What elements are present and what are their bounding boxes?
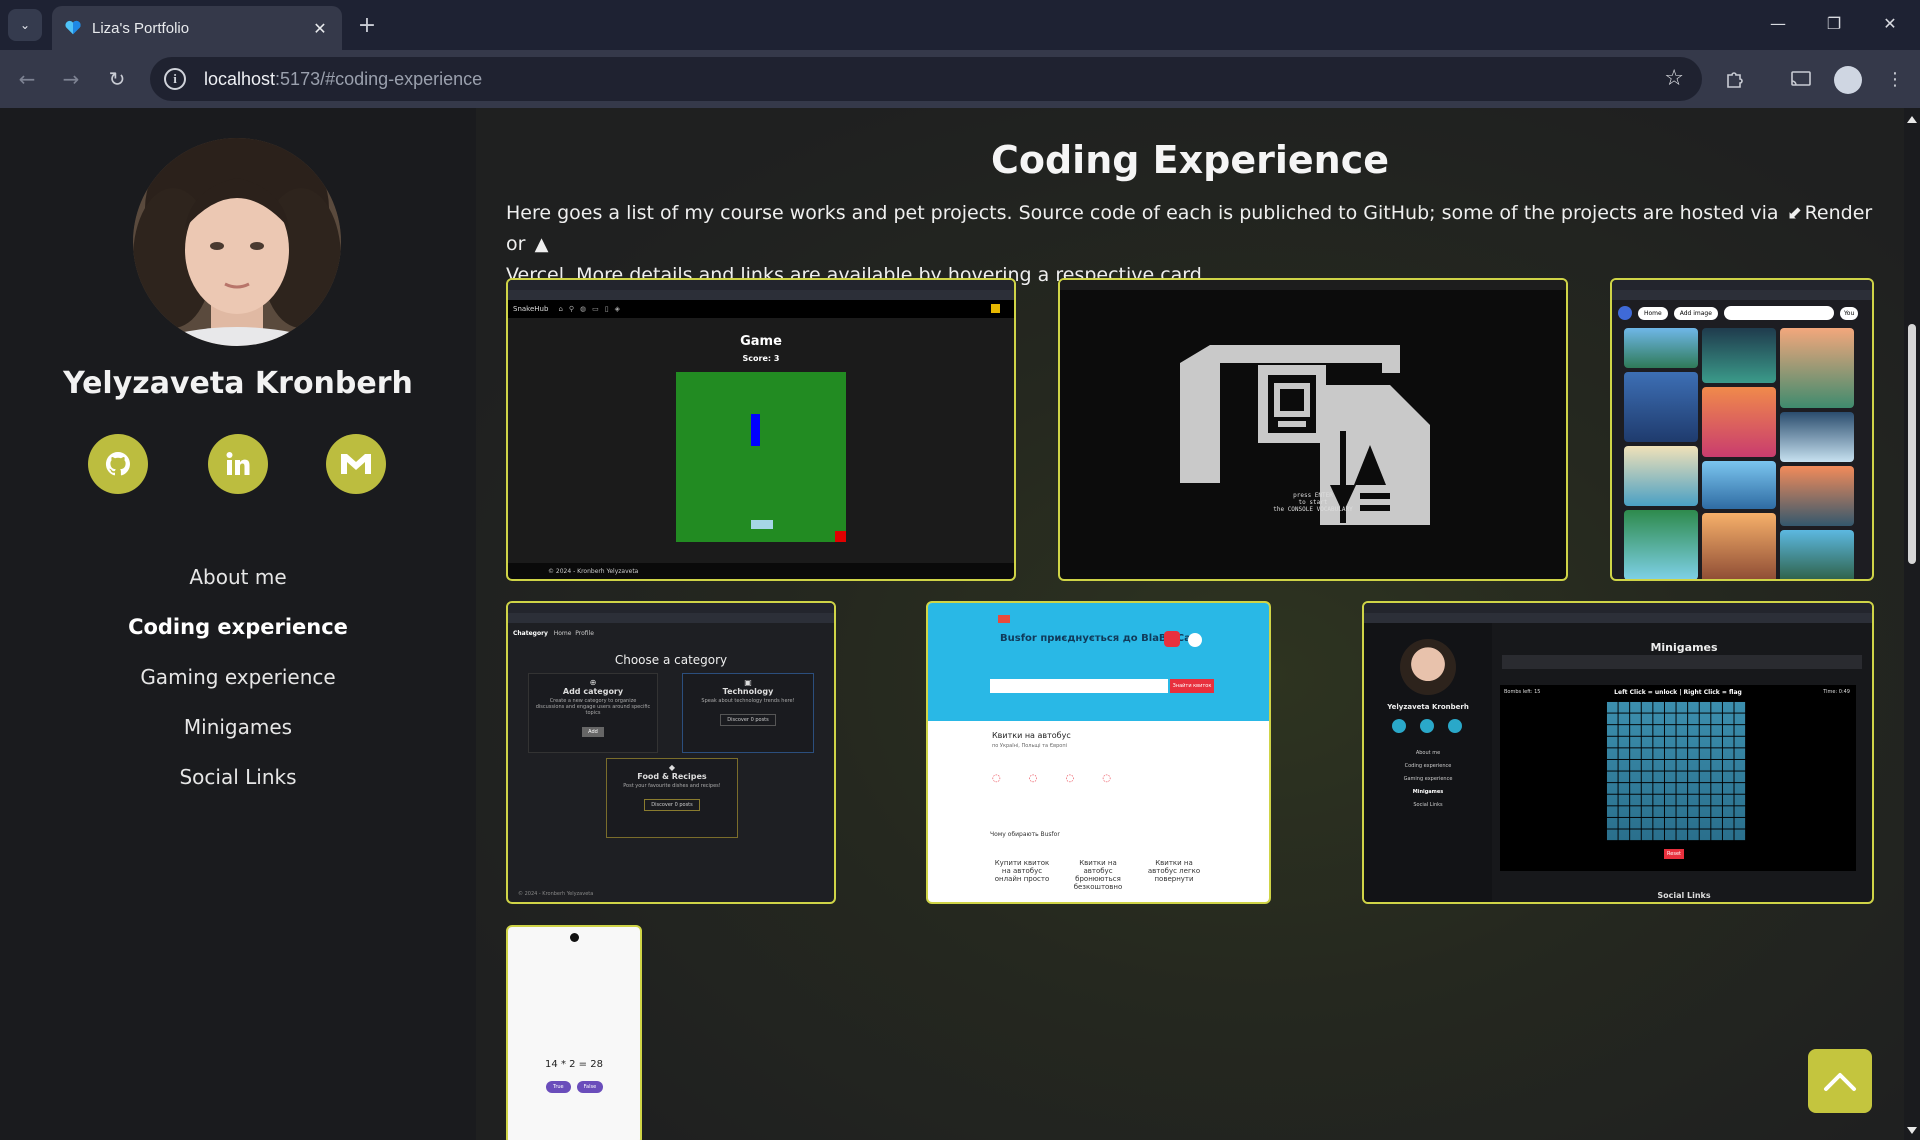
card-browser-bar — [1612, 280, 1872, 290]
main-content: Coding Experience Here goes a list of my… — [476, 108, 1904, 1140]
gallery-column — [1624, 328, 1698, 579]
nav-gaming-experience[interactable]: Gaming experience — [0, 665, 476, 689]
gmail-link[interactable] — [326, 434, 386, 494]
card-browser-bar — [1060, 280, 1566, 290]
project-card-gallery[interactable]: Home Add image You — [1610, 278, 1874, 581]
card-url-bar — [508, 613, 834, 623]
card-url-bar — [1612, 290, 1872, 300]
project-card-snakehub[interactable]: SnakeHub ⌂⚲◍▭▯◈ Game Score: 3 © 2024 - K… — [506, 278, 1016, 581]
menu-dots-icon[interactable]: ⋮ — [1880, 64, 1910, 94]
back-arrow-icon[interactable]: ← — [12, 64, 42, 94]
snake-obstacle — [835, 531, 846, 542]
forum-category-card[interactable]: ◆ Food & Recipes Post your favourite dis… — [606, 758, 738, 838]
gallery-search[interactable] — [1723, 306, 1834, 320]
project-card-busfor[interactable]: Busfor приєднується до BlaBlaCar Знайти … — [926, 601, 1271, 904]
snake-food — [751, 520, 773, 529]
heart-favicon-icon — [65, 20, 81, 35]
scroll-to-top-button[interactable] — [1808, 1049, 1872, 1113]
scrollbar-thumb[interactable] — [1908, 324, 1916, 564]
scroll-up-arrow-icon[interactable] — [1907, 116, 1917, 123]
nav-minigames[interactable]: Minigames — [0, 715, 476, 739]
github-link[interactable] — [88, 434, 148, 494]
project-card-console-vocabulary[interactable]: press ENTER to start the CONSOLE VOCABUL… — [1058, 278, 1568, 581]
snake-body — [751, 414, 760, 446]
page: Yelyzaveta Kronberh About me Coding expe… — [0, 108, 1920, 1140]
card-url-bar — [508, 290, 1014, 300]
bookmark-star-icon[interactable]: ☆ — [1664, 66, 1684, 91]
new-tab-button[interactable]: + — [352, 10, 382, 40]
section-title: Coding Experience — [990, 138, 1390, 182]
extensions-puzzle-icon[interactable] — [1720, 64, 1750, 94]
browser-tabstrip: ⌄ Liza's Portfolio ✕ + — ❐ ✕ — [0, 0, 1920, 50]
address-bar[interactable]: i localhost:5173/#coding-experience ☆ — [150, 57, 1702, 101]
profile-name: Yelyzaveta Kronberh — [63, 366, 413, 401]
project-card-minigames[interactable]: Yelyzaveta Kronberh About me Coding expe… — [1362, 601, 1874, 904]
forward-arrow-icon[interactable]: → — [56, 64, 86, 94]
forum-category-card[interactable]: ⊕ Add category Create a new category to … — [528, 673, 658, 753]
busfor-features-icons: ◌ ◌ ◌ ◌ — [992, 773, 1111, 784]
minesweeper-board[interactable] — [1606, 701, 1746, 841]
card-browser-bar — [1364, 603, 1872, 613]
gallery-nav: Home Add image You — [1618, 306, 1859, 320]
profile-avatar-icon[interactable] — [1834, 66, 1862, 94]
site-info-icon[interactable]: i — [164, 68, 186, 90]
tab-close-icon[interactable]: ✕ — [310, 19, 330, 38]
cast-icon[interactable] — [1786, 64, 1816, 94]
linkedin-icon — [226, 452, 250, 475]
render-logo-icon: ⬋ — [1787, 203, 1803, 224]
card-browser-bar — [508, 603, 834, 613]
gallery-column — [1702, 328, 1776, 579]
minesweeper-panel[interactable]: Bombs left: 15 Time: 0:49 Left Click = u… — [1500, 685, 1856, 871]
github-icon — [105, 451, 130, 476]
mini-sidebar: Yelyzaveta Kronberh About me Coding expe… — [1364, 623, 1492, 902]
card-url-bar — [1364, 613, 1872, 623]
true-button[interactable]: True — [546, 1081, 571, 1093]
browser-tab-active[interactable]: Liza's Portfolio ✕ — [52, 6, 342, 50]
sidebar: Yelyzaveta Kronberh About me Coding expe… — [0, 108, 476, 1140]
gmail-icon — [341, 454, 371, 474]
restore-button[interactable]: ❐ — [1806, 0, 1862, 46]
url-text: localhost:5173/#coding-experience — [204, 68, 483, 89]
profile-photo — [133, 138, 341, 346]
forum-category-card[interactable]: ▣ Technology Speak about technology tren… — [682, 673, 814, 753]
snake-board[interactable] — [676, 372, 846, 542]
nav-social-links[interactable]: Social Links — [0, 765, 476, 789]
tab-title: Liza's Portfolio — [92, 19, 190, 37]
section-intro: Here goes a list of my course works and … — [506, 198, 1886, 290]
busfor-search-form[interactable] — [990, 679, 1168, 693]
browser-toolbar: ← → ↻ i localhost:5173/#coding-experienc… — [0, 50, 1920, 108]
scroll-down-arrow-icon[interactable] — [1907, 1127, 1917, 1134]
nav-coding-experience[interactable]: Coding experience — [0, 615, 476, 639]
close-window-button[interactable]: ✕ — [1862, 0, 1918, 46]
project-card-forum[interactable]: Chategory Home Profile Choose a category… — [506, 601, 836, 904]
forum-tabs: Chategory Home Profile — [513, 630, 594, 637]
gallery-column — [1780, 328, 1854, 579]
chevron-up-icon — [1824, 1073, 1856, 1091]
page-scrollbar[interactable] — [1904, 108, 1920, 1140]
project-card-math-game[interactable]: 14 * 2 = 28 True False — [506, 925, 642, 1140]
busfor-hero: Busfor приєднується до BlaBlaCar Знайти … — [928, 603, 1269, 721]
minimize-button[interactable]: — — [1750, 0, 1806, 46]
nav-about-me[interactable]: About me — [0, 565, 476, 589]
linkedin-link[interactable] — [208, 434, 268, 494]
snake-app-bar: SnakeHub ⌂⚲◍▭▯◈ — [508, 300, 1014, 318]
card-browser-bar — [508, 280, 1014, 290]
false-button[interactable]: False — [576, 1081, 604, 1093]
render-label: Render — [1804, 202, 1873, 224]
vercel-triangle-icon: ▲ — [534, 234, 549, 255]
snake-game-area: Game Score: 3 — [508, 318, 1014, 563]
reload-icon[interactable]: ↻ — [102, 64, 132, 94]
tab-search-button[interactable]: ⌄ — [8, 9, 42, 41]
phone-camera-notch — [570, 933, 579, 942]
